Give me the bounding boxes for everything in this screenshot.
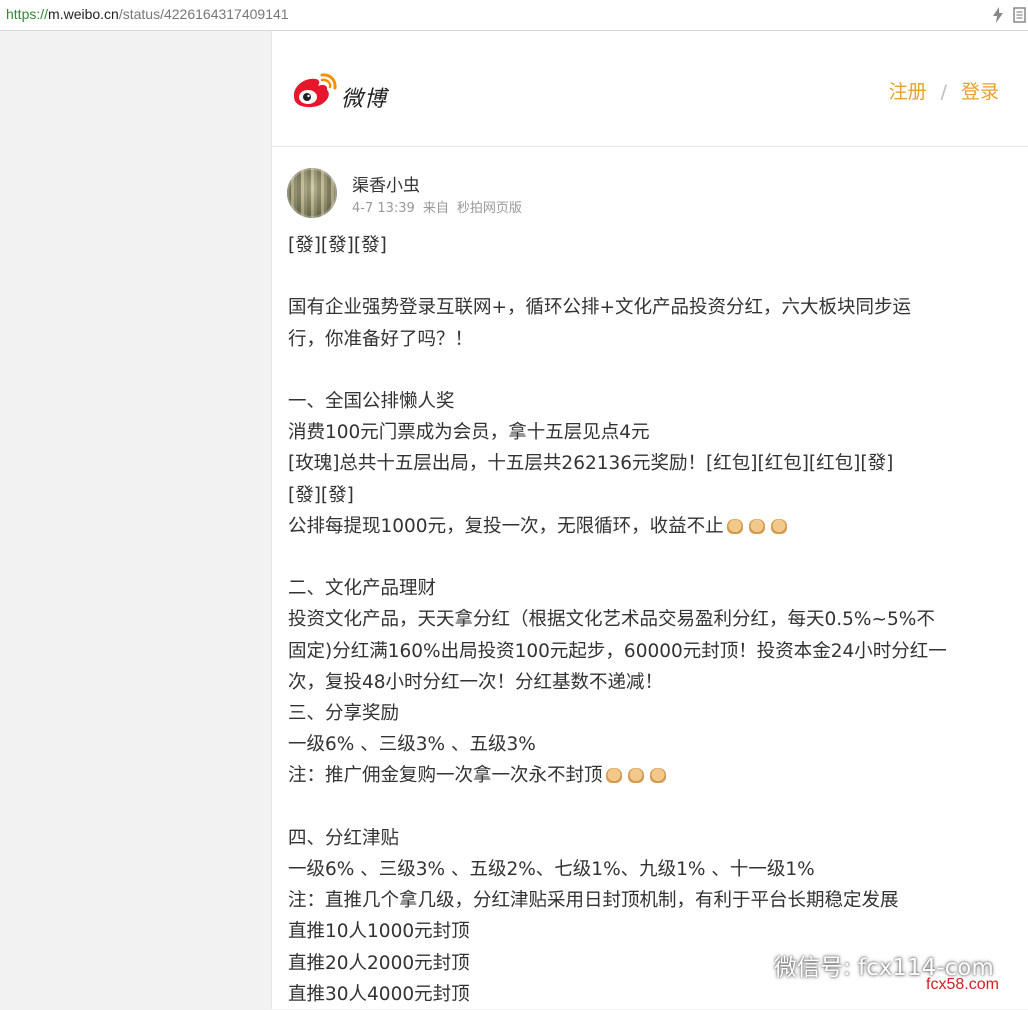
post-line: 注：直推几个拿几级，分红津贴采用日封顶机制，有利于平台长期稳定发展 bbox=[288, 890, 899, 912]
post-line-blank bbox=[288, 542, 1000, 573]
post-line-blank bbox=[288, 792, 1000, 823]
login-link[interactable]: 登录 bbox=[961, 81, 999, 103]
post-source[interactable]: 秒拍网页版 bbox=[457, 201, 522, 216]
register-link[interactable]: 注册 bbox=[889, 81, 927, 103]
fist-emoji-icon bbox=[726, 518, 743, 534]
weibo-logo-icon[interactable] bbox=[290, 71, 338, 111]
fist-emoji-icon bbox=[627, 768, 644, 784]
section-heading: 一、全国公排懒人奖 bbox=[288, 390, 455, 412]
post-content: [發][發][發] 国有企业强势登录互联网+，循环公排+文化产品投资分红，六大板… bbox=[288, 230, 1000, 1010]
post-line: 投资文化产品，天天拿分红（根据文化艺术品交易盈利分红，每天0.5%~5%不 bbox=[288, 609, 935, 631]
browser-address-bar[interactable]: https://m.weibo.cn/status/42261643174091… bbox=[0, 0, 1028, 31]
section-heading: 二、文化产品理财 bbox=[288, 578, 437, 600]
auth-separator: / bbox=[940, 81, 947, 103]
url-text[interactable]: https://m.weibo.cn/status/42261643174091… bbox=[6, 6, 289, 22]
post-line: 直推30人4000元封顶 bbox=[288, 983, 470, 1005]
section-heading: 四、分红津贴 bbox=[288, 827, 400, 849]
lightning-icon[interactable] bbox=[990, 6, 1006, 24]
url-domain: m.weibo.cn bbox=[48, 6, 119, 22]
post-line: 行，你准备好了吗？！ bbox=[288, 328, 474, 350]
avatar[interactable] bbox=[287, 168, 337, 218]
post-line-with-emoji: 注：推广佣金复购一次拿一次永不封顶 bbox=[288, 760, 1000, 791]
section-heading: 三、分享奖励 bbox=[288, 703, 400, 724]
fist-emoji-icon bbox=[649, 768, 666, 784]
weibo-page: 微博 注册 / 登录 渠香小虫 4-7 13:39 来自 秒拍网页版 [發][發][發]… bbox=[271, 31, 1028, 1009]
post-line: 国有企业强势登录互联网+，循环公排+文化产品投资分红，六大板块同步运 bbox=[288, 297, 912, 319]
post-line-text: 注：推广佣金复购一次拿一次永不封顶 bbox=[288, 765, 603, 787]
post-line: [發][發] bbox=[288, 484, 354, 506]
site-header: 微博 注册 / 登录 bbox=[272, 31, 1028, 147]
post-meta: 4-7 13:39 来自 秒拍网页版 bbox=[352, 197, 522, 216]
post-line: 一级6% 、三级3% 、五级2%、七级1%、九级1% 、十一级1% bbox=[288, 859, 815, 880]
url-path: /status/4226164317409141 bbox=[118, 6, 289, 22]
post-line: 一级6% 、三级3% 、五级3% bbox=[288, 734, 536, 756]
post-line: [玫瑰]总共十五层出局，十五层共262136元奖励！[红包][红包][红包][發… bbox=[288, 453, 894, 475]
post-line-blank bbox=[288, 261, 1000, 292]
post-line: 直推10人1000元封顶 bbox=[288, 921, 470, 943]
site-watermark: fcx58.com bbox=[926, 976, 999, 993]
post-line-blank bbox=[288, 355, 1000, 386]
wechat-icon bbox=[738, 956, 768, 978]
url-scheme: https:// bbox=[6, 6, 49, 22]
fist-emoji-icon bbox=[605, 768, 622, 784]
fist-emoji-icon bbox=[748, 518, 765, 534]
post-time: 4-7 13:39 bbox=[352, 201, 415, 216]
weibo-logo-text: 微博 bbox=[341, 87, 388, 112]
post-username[interactable]: 渠香小虫 bbox=[352, 171, 420, 196]
post-line-text: 公排每提现1000元，复投一次，无限循环，收益不止 bbox=[288, 515, 724, 537]
post-line: 固定)分红满160%出局投资100元起步，60000元封顶！投资本金24小时分红… bbox=[288, 640, 947, 662]
auth-links: 注册 / 登录 bbox=[889, 77, 999, 104]
post-line: 消费100元门票成为会员，拿十五层见点4元 bbox=[288, 422, 650, 444]
post-line: [發][發][發] bbox=[288, 235, 387, 256]
left-blank-area bbox=[0, 31, 271, 1009]
post-source-prefix: 来自 bbox=[422, 201, 449, 216]
fist-emoji-icon bbox=[770, 518, 787, 534]
post-line: 次，复投48小时分红一次！分红基数不递减！ bbox=[288, 671, 664, 693]
post-line-with-emoji: 公排每提现1000元，复投一次，无限循环，收益不止 bbox=[288, 511, 1000, 542]
document-icon[interactable] bbox=[1012, 6, 1028, 24]
